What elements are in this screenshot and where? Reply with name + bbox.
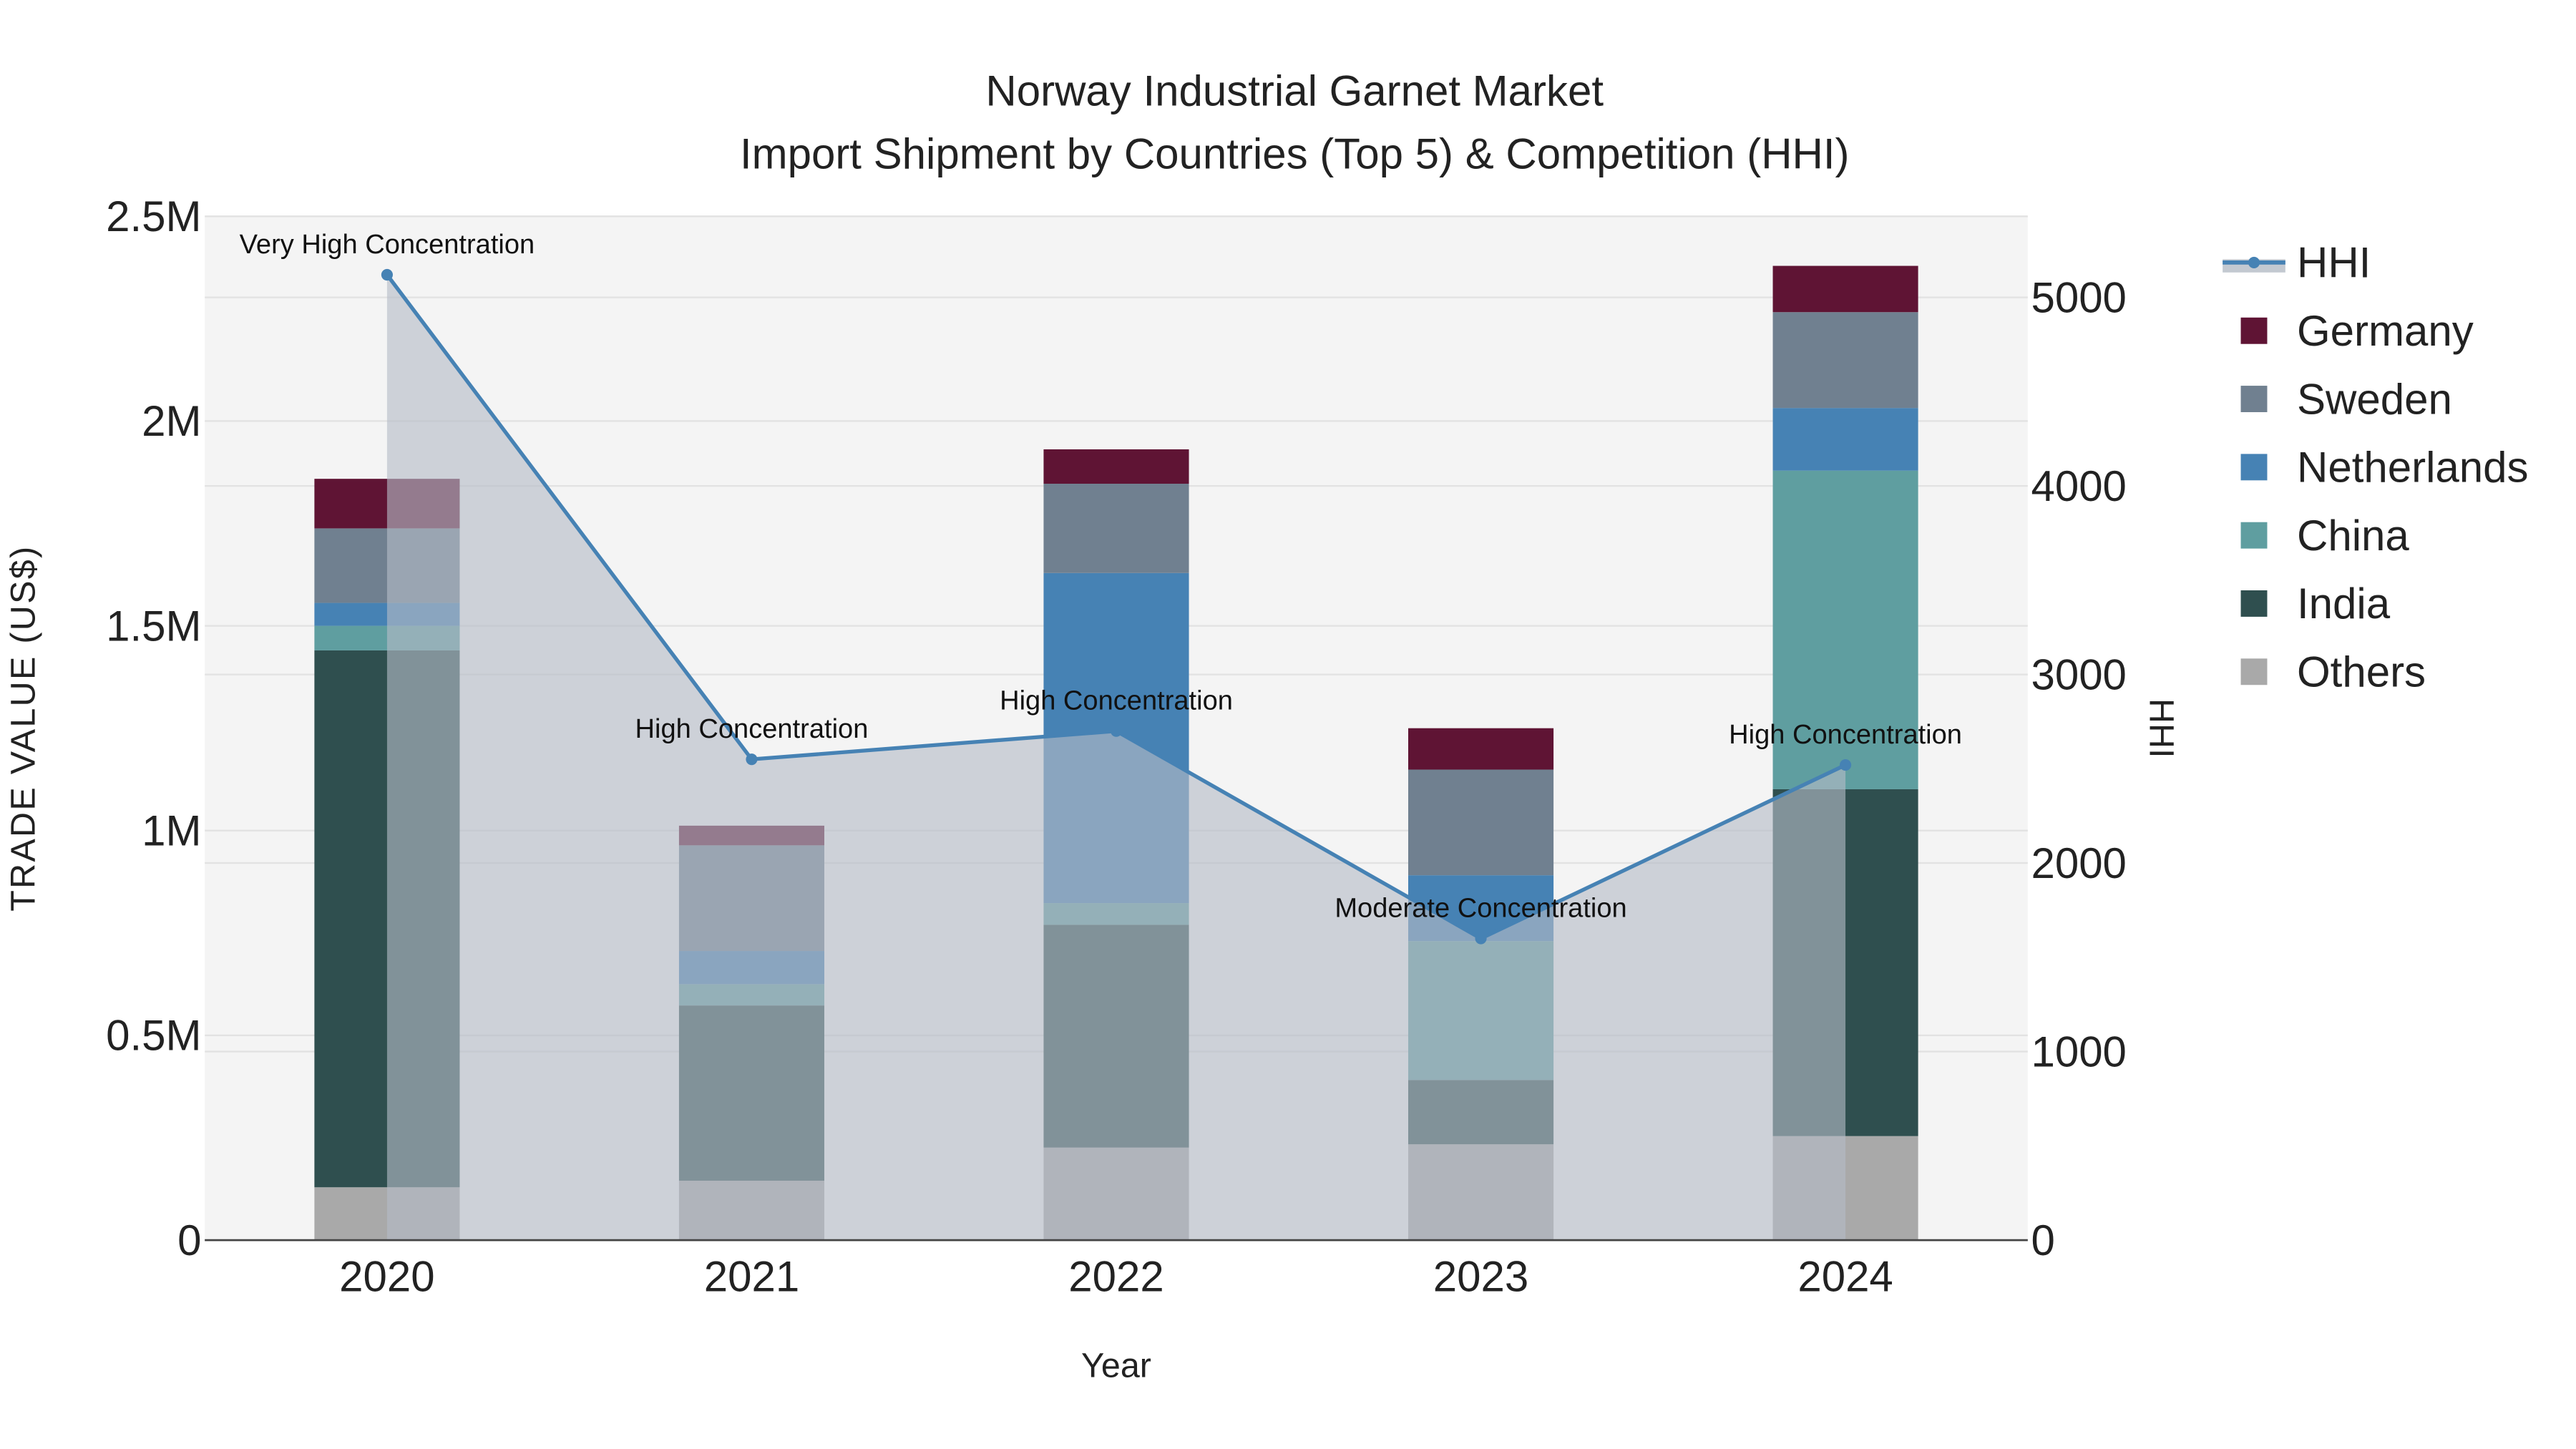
hhi-annotation: High Concentration <box>1729 720 1962 750</box>
hhi-annotation: Moderate Concentration <box>1335 893 1626 923</box>
legend-item-india[interactable]: India <box>2240 580 2391 628</box>
bar-sweden-2022[interactable] <box>1043 484 1189 573</box>
legend-swatch <box>2240 454 2268 481</box>
legend-marker <box>2248 256 2260 268</box>
y2-tick-label: 5000 <box>2031 273 2126 321</box>
hhi-point-2022[interactable] <box>1110 725 1123 737</box>
hhi-point-2023[interactable] <box>1475 932 1487 945</box>
legend-swatch <box>2240 590 2268 617</box>
legend-label: Germany <box>2297 307 2474 355</box>
legend-label: China <box>2297 512 2409 560</box>
hhi-annotation: Very High Concentration <box>240 230 535 260</box>
bar-germany-2023[interactable] <box>1408 728 1554 770</box>
y2-tick-label: 2000 <box>2031 839 2126 887</box>
x-tick-label: 2020 <box>339 1253 434 1301</box>
hhi-annotation: High Concentration <box>1000 686 1233 716</box>
legend: HHI Germany Sweden Netherlands China India Oth… <box>2223 239 2529 696</box>
y2-tick-label: 1000 <box>2031 1028 2126 1075</box>
y2-axis-title: HHI <box>2142 698 2181 758</box>
legend-swatch <box>2240 522 2268 549</box>
legend-item-china[interactable]: China <box>2240 512 2410 560</box>
legend-item-sweden[interactable]: Sweden <box>2240 375 2452 423</box>
y-tick-label: 0.5M <box>106 1012 201 1060</box>
legend-item-germany[interactable]: Germany <box>2240 307 2474 355</box>
bar-germany-2022[interactable] <box>1043 449 1189 484</box>
legend-label: India <box>2297 580 2391 628</box>
legend-label: Netherlands <box>2297 444 2529 492</box>
chart: Very High Concentration High Concentratio… <box>4 67 2529 1385</box>
x-axis-title: Year <box>1081 1347 1151 1385</box>
legend-swatch <box>2240 658 2268 686</box>
x-tick-label: 2021 <box>704 1253 799 1301</box>
x-tick-label: 2024 <box>1797 1253 1893 1301</box>
bar-netherlands-2024[interactable] <box>1772 408 1918 471</box>
y-tick-label: 2.5M <box>106 192 201 240</box>
hhi-point-2024[interactable] <box>1840 758 1852 771</box>
y2-tick-label: 4000 <box>2031 462 2126 510</box>
legend-item-hhi[interactable]: HHI <box>2223 239 2371 287</box>
y-axis-title: TRADE VALUE (US$) <box>4 545 42 912</box>
y-tick-label: 1M <box>142 807 201 855</box>
legend-swatch <box>2240 386 2268 412</box>
legend-label: HHI <box>2297 239 2371 287</box>
bar-sweden-2023[interactable] <box>1408 769 1554 876</box>
hhi-point-2021[interactable] <box>746 753 758 766</box>
x-tick-label: 2022 <box>1068 1253 1163 1301</box>
legend-swatch <box>2240 317 2268 344</box>
bar-germany-2024[interactable] <box>1772 265 1918 313</box>
y-tick-label: 1.5M <box>106 602 201 650</box>
y2-tick-label: 0 <box>2031 1216 2054 1264</box>
legend-item-netherlands[interactable]: Netherlands <box>2240 444 2529 492</box>
hhi-annotation: High Concentration <box>635 714 869 744</box>
y2-tick-label: 3000 <box>2031 650 2126 698</box>
bar-sweden-2024[interactable] <box>1772 312 1918 409</box>
legend-item-others[interactable]: Others <box>2240 648 2426 696</box>
chart-subtitle: Import Shipment by Countries (Top 5) & C… <box>740 130 1850 177</box>
y-tick-label: 2M <box>142 397 201 445</box>
y-tick-label: 0 <box>177 1216 201 1264</box>
legend-label: Sweden <box>2297 375 2452 423</box>
x-tick-label: 2023 <box>1433 1253 1528 1301</box>
legend-label: Others <box>2297 648 2426 696</box>
hhi-point-2020[interactable] <box>381 268 393 281</box>
chart-title: Norway Industrial Garnet Market <box>985 67 1604 115</box>
